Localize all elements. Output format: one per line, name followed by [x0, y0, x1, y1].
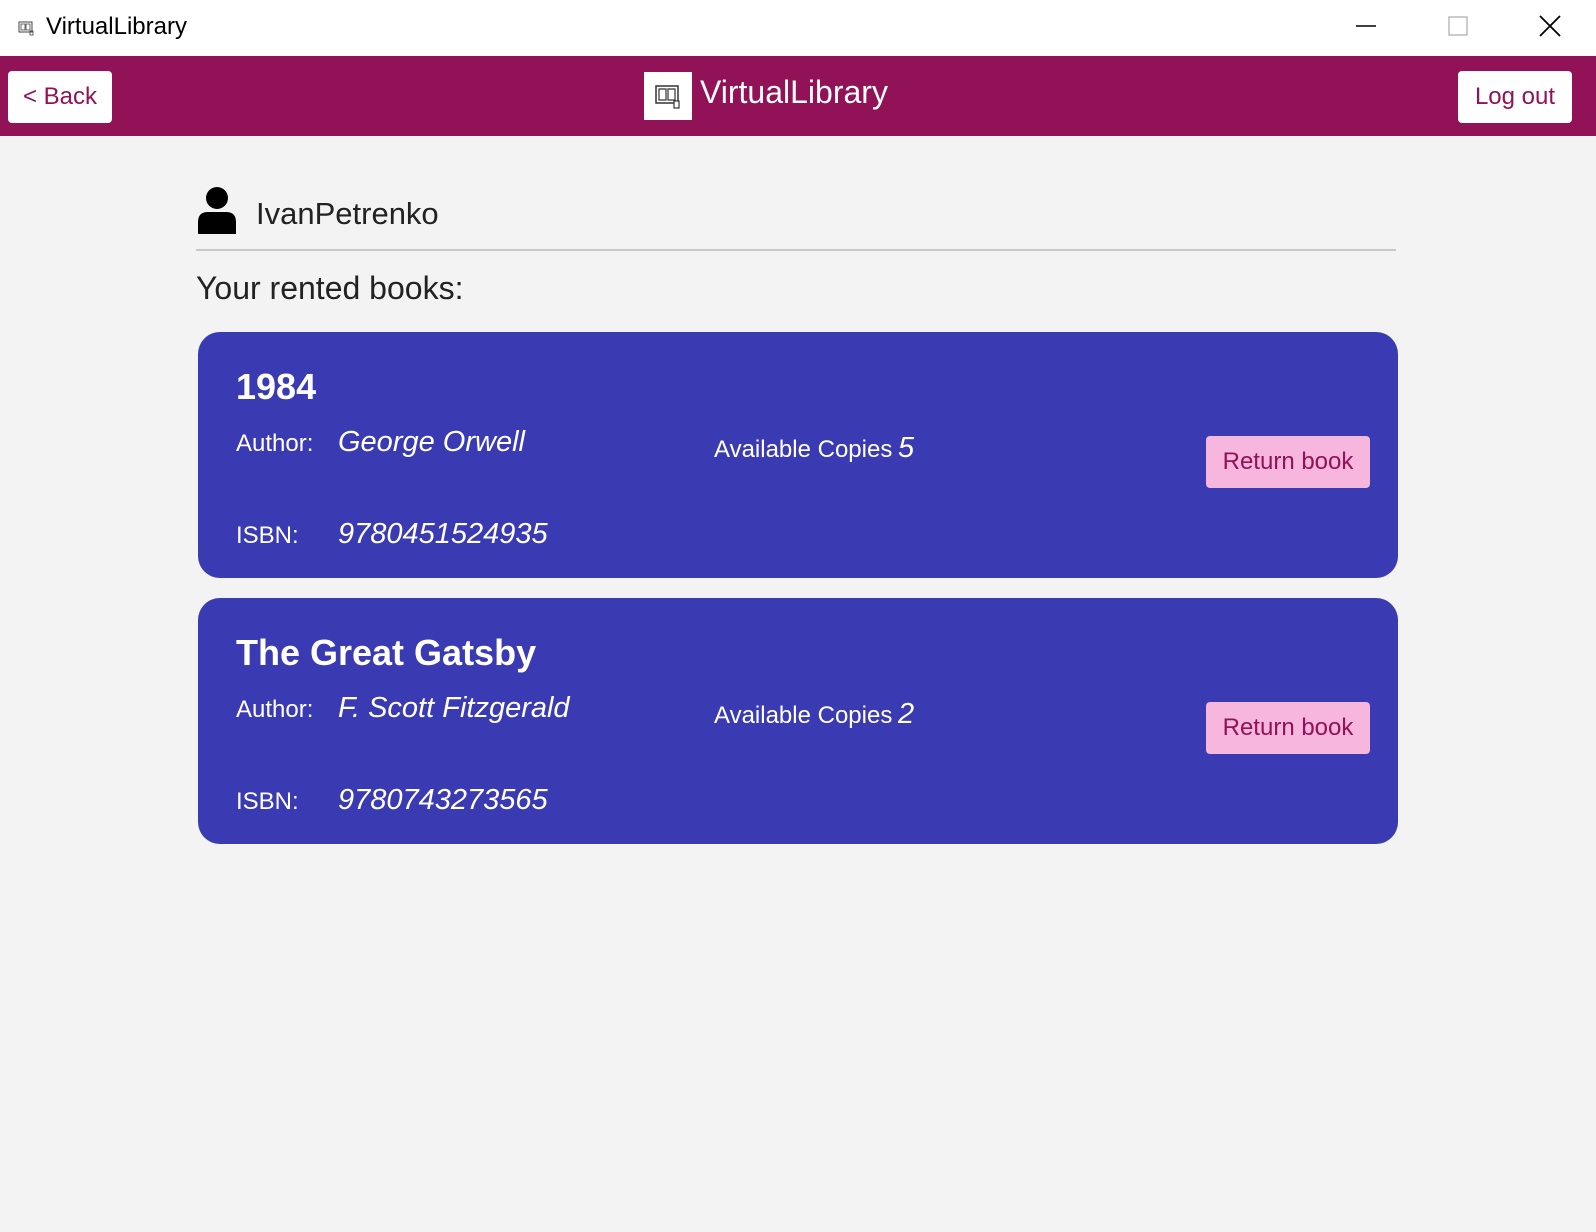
back-button[interactable]: < Back: [8, 71, 112, 123]
copies-label: Available Copies: [714, 702, 893, 729]
username: IvanPetrenko: [256, 196, 439, 231]
copies-value: 5: [898, 432, 915, 464]
minimize-button[interactable]: [1320, 0, 1412, 56]
copies-label: Available Copies: [714, 436, 893, 463]
close-icon: [1539, 14, 1561, 42]
brand-logo-icon: [644, 72, 692, 120]
user-icon: [196, 186, 238, 234]
section-title: Your rented books:: [196, 270, 464, 306]
book-app-icon: [18, 20, 34, 36]
logout-button[interactable]: Log out: [1458, 71, 1572, 123]
copies-value: 2: [898, 698, 915, 730]
return-book-button[interactable]: Return book: [1206, 702, 1370, 754]
isbn-label: ISBN:: [236, 522, 299, 549]
window-titlebar: VirtualLibrary: [0, 0, 1596, 56]
maximize-icon: [1448, 15, 1468, 41]
isbn-label: ISBN:: [236, 788, 299, 815]
author-label: Author:: [236, 696, 314, 723]
minimize-icon: [1356, 16, 1376, 41]
divider: [196, 249, 1396, 251]
book-title: The Great Gatsby: [236, 632, 537, 673]
book-card: 1984 Author: George Orwell Available Cop…: [198, 332, 1398, 578]
window-title: VirtualLibrary: [46, 13, 187, 40]
isbn-value: 9780743273565: [338, 784, 548, 816]
maximize-button[interactable]: [1412, 0, 1504, 56]
return-book-button[interactable]: Return book: [1206, 436, 1370, 488]
isbn-value: 9780451524935: [338, 518, 548, 550]
book-card: The Great Gatsby Author: F. Scott Fitzge…: [198, 598, 1398, 844]
brand-title: VirtualLibrary: [700, 74, 888, 110]
close-button[interactable]: [1504, 0, 1596, 56]
app-header: < Back VirtualLibrary Log out: [0, 56, 1596, 136]
book-title: 1984: [236, 366, 317, 407]
author-value: George Orwell: [338, 426, 525, 458]
author-value: F. Scott Fitzgerald: [338, 692, 570, 724]
author-label: Author:: [236, 430, 314, 457]
